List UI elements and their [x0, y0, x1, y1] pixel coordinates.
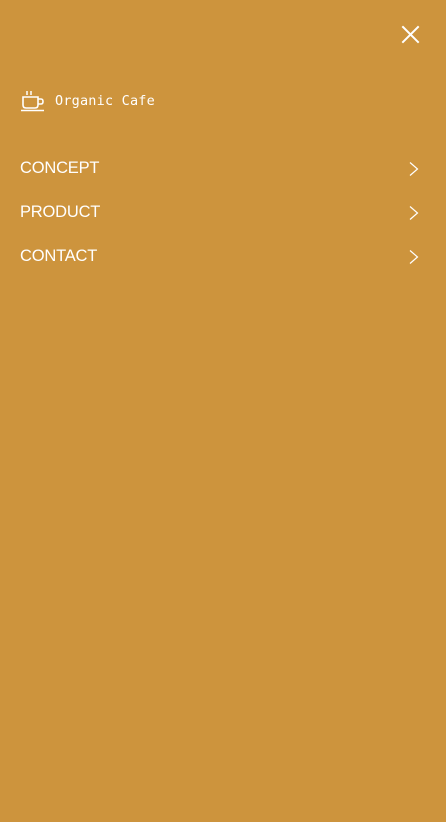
nav-item-label: CONCEPT: [20, 158, 100, 177]
nav-item-concept[interactable]: CONCEPT: [0, 146, 446, 190]
main-nav: CONCEPT PRODUCT CONTACT: [0, 146, 446, 278]
nav-item-product[interactable]: PRODUCT: [0, 190, 446, 234]
brand-logo[interactable]: Organic Cafe: [20, 89, 155, 113]
close-menu-button[interactable]: [398, 22, 424, 48]
chevron-right-icon: [409, 162, 419, 176]
nav-item-contact[interactable]: CONTACT: [0, 234, 446, 278]
close-icon: [401, 25, 420, 44]
nav-item-label: PRODUCT: [20, 202, 101, 221]
nav-item-label: CONTACT: [20, 246, 98, 265]
chevron-right-icon: [409, 206, 419, 220]
brand-name: Organic Cafe: [55, 93, 155, 110]
chevron-right-icon: [409, 250, 419, 264]
coffee-cup-icon: [21, 91, 44, 112]
